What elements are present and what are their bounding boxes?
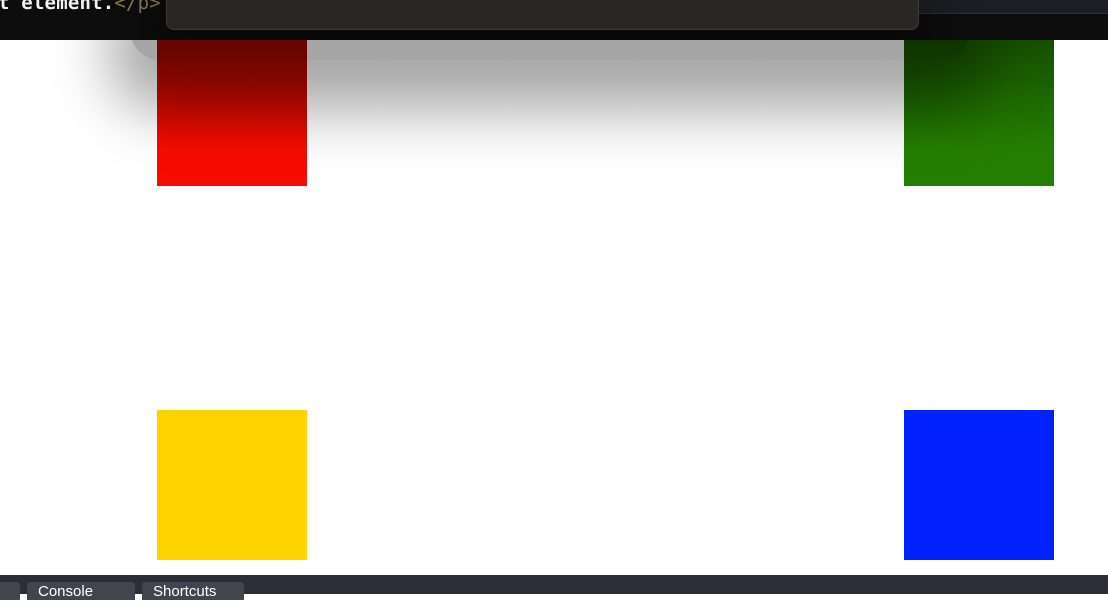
red-square-shadow bbox=[157, 40, 307, 186]
code-text: t element. bbox=[0, 0, 115, 14]
panel-drop-shadow bbox=[130, 40, 970, 60]
yellow-square bbox=[157, 410, 307, 560]
preview-area bbox=[0, 40, 1108, 575]
tab-partial[interactable] bbox=[0, 582, 20, 600]
red-square bbox=[157, 40, 307, 186]
tab-shortcuts[interactable]: Shortcuts bbox=[142, 582, 244, 600]
bottom-toolbar: Console Shortcuts bbox=[0, 575, 1108, 600]
tab-console[interactable]: Console bbox=[27, 582, 135, 600]
blue-square bbox=[904, 410, 1054, 560]
green-square bbox=[904, 40, 1054, 186]
green-square-shadow bbox=[904, 40, 1054, 186]
code-editor-strip: t element.</p> bbox=[0, 0, 1108, 40]
code-closing-tag: </p> bbox=[114, 0, 161, 14]
code-line: t element.</p> bbox=[0, 0, 161, 14]
floating-panel bbox=[166, 0, 919, 30]
editor-tab-strip bbox=[908, 0, 1108, 14]
